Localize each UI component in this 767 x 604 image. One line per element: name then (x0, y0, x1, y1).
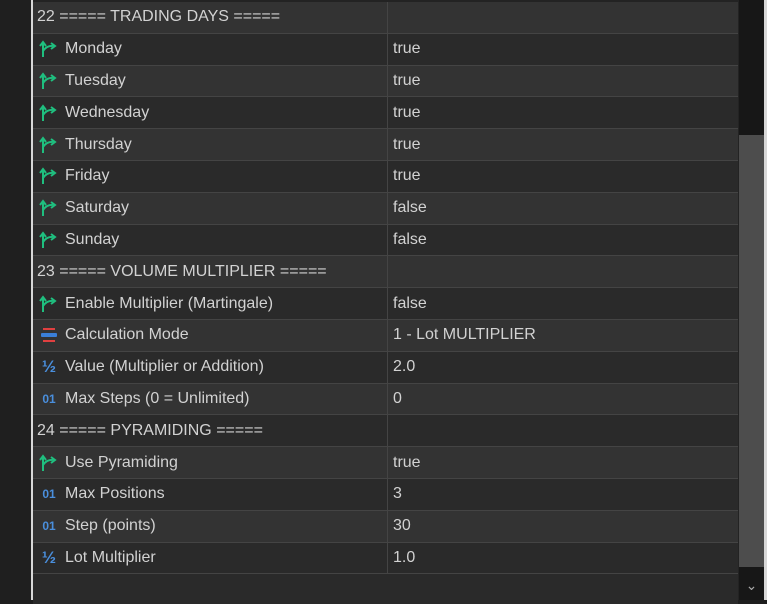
integer-icon: 01 (42, 519, 56, 534)
parameter-name-cell: ½ Lot Multiplier (33, 542, 388, 574)
parameter-name: 22 ===== TRADING DAYS ===== (37, 8, 281, 26)
parameter-name-cell: Friday (33, 160, 388, 192)
parameter-name-cell: 01 Max Positions (33, 478, 388, 510)
parameter-name: Sunday (65, 230, 120, 248)
group-header-row[interactable]: 23 ===== VOLUME MULTIPLIER ===== (33, 256, 738, 289)
parameter-name-cell: Wednesday (33, 97, 388, 129)
parameter-name: Use Pyramiding (65, 453, 178, 471)
bool-arrow-icon (37, 294, 61, 313)
parameter-value[interactable]: true (388, 97, 738, 128)
parameter-value[interactable]: 2.0 (388, 352, 738, 383)
parameter-value[interactable]: 30 (388, 511, 738, 542)
scroll-down-icon[interactable]: ⌄ (739, 570, 764, 600)
table-row[interactable]: Sunday false (33, 224, 738, 257)
bool-arrow-icon (37, 199, 61, 217)
parameter-name: Calculation Mode (65, 326, 189, 344)
parameter-value[interactable]: 0 (388, 384, 738, 415)
inputs-panel: 22 ===== TRADING DAYS ===== Monday true Tue… (0, 0, 767, 604)
parameter-value (388, 2, 738, 33)
bool-arrow-icon (37, 104, 61, 122)
parameter-name: Thursday (65, 135, 132, 153)
parameter-name: Friday (65, 167, 110, 185)
parameter-name-cell: 22 ===== TRADING DAYS ===== (33, 2, 388, 33)
parameter-name-cell: 24 ===== PYRAMIDING ===== (33, 415, 388, 447)
table-row[interactable]: 01 Step (points) 30 (33, 510, 738, 543)
integer-icon: 01 (42, 487, 56, 502)
parameter-name-cell: Sunday (33, 224, 388, 256)
fraction-icon: ½ (41, 357, 57, 377)
parameter-name-cell: Thursday (33, 129, 388, 160)
parameter-value[interactable]: 1.0 (388, 543, 738, 574)
parameter-name-cell: Saturday (33, 192, 388, 224)
parameter-name: Value (Multiplier or Addition) (65, 358, 264, 376)
parameter-name: Tuesday (65, 71, 126, 89)
parameter-value[interactable]: true (388, 34, 738, 65)
bool-arrow-icon (37, 135, 61, 154)
parameter-value[interactable]: false (388, 225, 738, 256)
table-row[interactable]: Thursday true (33, 129, 738, 161)
table-row[interactable]: Wednesday true (33, 97, 738, 130)
parameter-name: 23 ===== VOLUME MULTIPLIER ===== (37, 262, 327, 280)
bool-arrow-icon (37, 72, 61, 90)
group-header-row[interactable]: 24 ===== PYRAMIDING ===== (33, 415, 738, 448)
group-header-row[interactable]: 22 ===== TRADING DAYS ===== (33, 2, 738, 34)
left-gutter (0, 0, 31, 600)
parameter-name-cell: 23 ===== VOLUME MULTIPLIER ===== (33, 256, 388, 288)
table-row[interactable]: Friday true (33, 160, 738, 193)
table-row[interactable]: Monday true (33, 33, 738, 66)
bool-arrow-icon (37, 40, 61, 58)
integer-icon: 01 (42, 391, 56, 406)
table-row[interactable]: Use Pyramiding true (33, 447, 738, 479)
bool-arrow-icon (37, 453, 61, 472)
parameter-value[interactable]: true (388, 161, 738, 192)
table-row[interactable]: Saturday false (33, 192, 738, 225)
parameter-name-cell: Tuesday (33, 65, 388, 97)
parameter-value (388, 415, 738, 446)
table-row[interactable]: Calculation Mode 1 - Lot MULTIPLIER (33, 319, 738, 352)
parameter-value[interactable]: true (388, 66, 738, 97)
bool-arrow-icon (37, 167, 61, 185)
parameter-name-cell: Calculation Mode (33, 319, 388, 351)
parameter-name: Enable Multiplier (Martingale) (65, 294, 274, 312)
parameter-name: Monday (65, 40, 122, 58)
parameter-value[interactable]: true (388, 129, 738, 160)
parameter-name: Step (points) (65, 517, 156, 535)
parameter-name-cell: ½ Value (Multiplier or Addition) (33, 351, 388, 383)
scrollbar-thumb[interactable] (739, 135, 764, 567)
parameters-table: 22 ===== TRADING DAYS ===== Monday true Tue… (33, 2, 738, 604)
parameter-name-cell: Use Pyramiding (33, 447, 388, 478)
parameter-value[interactable]: 1 - Lot MULTIPLIER (388, 320, 738, 351)
parameter-name-cell: 01 Step (points) (33, 510, 388, 542)
bool-arrow-icon (37, 231, 61, 249)
parameter-name-cell: Monday (33, 33, 388, 65)
table-row[interactable]: Tuesday true (33, 65, 738, 98)
enum-list-icon (37, 327, 61, 343)
parameter-name-cell: 01 Max Steps (0 = Unlimited) (33, 383, 388, 415)
parameter-name: Max Positions (65, 485, 165, 503)
table-row[interactable]: 01 Max Positions 3 (33, 478, 738, 511)
parameter-name: Lot Multiplier (65, 548, 156, 566)
table-row[interactable]: Enable Multiplier (Martingale) false (33, 288, 738, 320)
parameter-value (388, 256, 738, 287)
parameter-value[interactable]: true (388, 447, 738, 478)
parameter-name-cell: Enable Multiplier (Martingale) (33, 288, 388, 319)
parameter-name: Wednesday (65, 103, 150, 121)
parameter-name: Saturday (65, 199, 130, 217)
fraction-icon: ½ (41, 547, 57, 567)
table-row[interactable]: ½ Lot Multiplier 1.0 (33, 542, 738, 575)
vertical-scrollbar[interactable]: ⌄ (739, 0, 764, 600)
parameter-value[interactable]: 3 (388, 479, 738, 510)
table-row[interactable]: ½ Value (Multiplier or Addition) 2.0 (33, 351, 738, 384)
parameter-name: Max Steps (0 = Unlimited) (65, 389, 250, 407)
parameter-name: 24 ===== PYRAMIDING ===== (37, 421, 263, 439)
parameter-value[interactable]: false (388, 288, 738, 319)
table-row[interactable]: 01 Max Steps (0 = Unlimited) 0 (33, 383, 738, 416)
parameter-value[interactable]: false (388, 193, 738, 224)
